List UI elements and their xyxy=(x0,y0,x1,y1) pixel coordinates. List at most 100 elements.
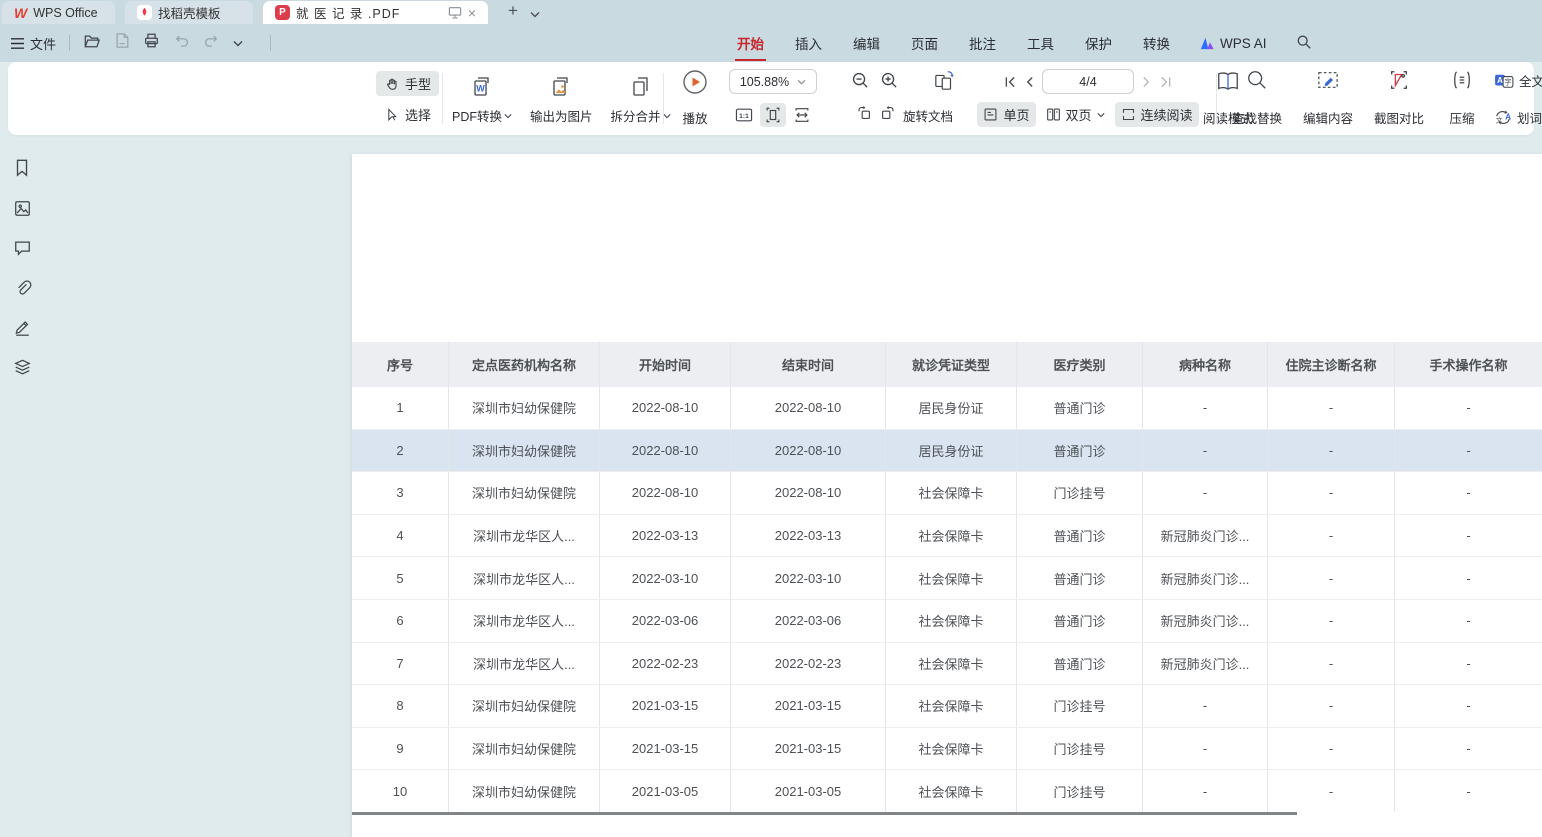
table-cell: 新冠肺炎门诊... xyxy=(1143,557,1268,599)
screenshot-compare-button[interactable] xyxy=(1387,69,1411,91)
pdf-convert-button[interactable]: W PDF转换 xyxy=(448,70,516,129)
table-cell: 2022-08-10 xyxy=(600,472,731,514)
menu-home[interactable]: 开始 xyxy=(735,29,766,57)
compress-button[interactable] xyxy=(1450,69,1474,91)
header-cell: 结束时间 xyxy=(731,342,886,386)
table-cell: - xyxy=(1143,387,1268,429)
pdf-page: 序号定点医药机构名称开始时间结束时间就诊凭证类型医疗类别病种名称住院主诊断名称手… xyxy=(352,154,1542,837)
tab-label: 找稻壳模板 xyxy=(158,3,221,22)
menu-tools[interactable]: 工具 xyxy=(1025,29,1056,57)
comment-panel-icon[interactable] xyxy=(13,239,33,257)
menu-edit[interactable]: 编辑 xyxy=(851,29,882,57)
table-cell: 2022-08-10 xyxy=(600,430,731,472)
table-cell: 普通门诊 xyxy=(1017,643,1143,685)
table-cell: 4 xyxy=(352,515,449,557)
table-cell: - xyxy=(1268,728,1395,770)
signature-panel-icon[interactable] xyxy=(13,318,33,337)
table-cell: 2022-08-10 xyxy=(731,387,886,429)
tab-label: WPS Office xyxy=(33,6,97,20)
wps-ai-button[interactable]: WPS AI xyxy=(1199,36,1267,51)
enter-distraction-free-icon[interactable] xyxy=(448,6,462,19)
zoom-out-icon[interactable] xyxy=(851,71,870,95)
table-cell: 2021-03-05 xyxy=(731,770,886,812)
screenshot-compare-column: 截图对比 xyxy=(1368,69,1430,127)
fit-page-button[interactable] xyxy=(760,103,786,127)
svg-text:A: A xyxy=(1505,113,1511,122)
next-page-icon[interactable] xyxy=(1142,76,1151,88)
table-cell: 2022-02-23 xyxy=(731,643,886,685)
first-page-icon[interactable] xyxy=(1004,76,1017,88)
tab-document-pdf[interactable]: P 就 医 记 录 .PDF × xyxy=(263,1,488,24)
table-cell: 5 xyxy=(352,557,449,599)
tab-list-chevron-icon[interactable] xyxy=(530,5,540,23)
play-button[interactable] xyxy=(682,69,708,95)
rotate-left-icon[interactable] xyxy=(855,104,873,127)
file-menu-button[interactable]: 文件 xyxy=(10,34,56,53)
zoom-level-dropdown[interactable]: 105.88% xyxy=(729,69,817,94)
table-cell: 普通门诊 xyxy=(1017,600,1143,642)
table-cell: 8 xyxy=(352,685,449,727)
prev-page-icon[interactable] xyxy=(1025,76,1034,88)
search-icon xyxy=(1246,69,1268,91)
tab-docer-templates[interactable]: 找稻壳模板 xyxy=(125,1,253,24)
new-tab-button[interactable]: + xyxy=(508,1,518,21)
menu-convert[interactable]: 转换 xyxy=(1141,29,1172,57)
table-cell: 9 xyxy=(352,728,449,770)
thumbnail-panel-icon[interactable] xyxy=(13,199,33,218)
attachment-panel-icon[interactable] xyxy=(13,278,33,297)
full-translate-button[interactable]: A字 全文翻译 xyxy=(1494,71,1542,90)
main-menu: 开始 插入 编辑 页面 批注 工具 保护 转换 WPS AI xyxy=(735,29,1312,57)
print-icon[interactable] xyxy=(143,32,160,54)
layers-panel-icon[interactable] xyxy=(13,358,33,377)
table-cell: - xyxy=(1268,685,1395,727)
zoom-rotate-column: 旋转文档 xyxy=(828,69,980,127)
word-translate-button[interactable]: A文 划词翻译 xyxy=(1494,108,1542,127)
split-merge-button[interactable]: 拆分合并 xyxy=(607,70,675,129)
table-cell: 2022-03-06 xyxy=(600,600,731,642)
header-cell: 序号 xyxy=(352,342,449,386)
table-cell: - xyxy=(1268,430,1395,472)
edit-content-button[interactable] xyxy=(1316,69,1340,91)
menu-page[interactable]: 页面 xyxy=(909,29,940,57)
fit-page-icon xyxy=(764,106,782,124)
table-cell: 普通门诊 xyxy=(1017,387,1143,429)
single-page-button[interactable]: 单页 xyxy=(977,102,1035,127)
hand-tool-button[interactable]: 手型 xyxy=(376,71,439,96)
table-cell: - xyxy=(1268,557,1395,599)
table-row: 3深圳市妇幼保健院2022-08-102022-08-10社会保障卡门诊挂号--… xyxy=(352,471,1542,514)
actual-size-button[interactable]: 1:1 xyxy=(731,103,757,127)
table-cell: - xyxy=(1268,515,1395,557)
last-page-icon[interactable] xyxy=(1159,76,1172,88)
zoom-in-icon[interactable] xyxy=(880,71,899,95)
tab-wps-office[interactable]: W WPS Office xyxy=(2,1,115,24)
menu-search-icon[interactable] xyxy=(1296,34,1312,53)
rotate-doc-label[interactable]: 旋转文档 xyxy=(903,106,953,125)
redo-icon[interactable] xyxy=(203,33,220,53)
open-file-icon[interactable] xyxy=(83,33,101,54)
rotate-right-icon[interactable] xyxy=(879,104,897,127)
bookmark-panel-icon[interactable] xyxy=(13,158,33,178)
select-tool-button[interactable]: 选择 xyxy=(376,102,439,127)
replace-pages-icon[interactable] xyxy=(933,69,957,96)
continuous-read-button[interactable]: 连续阅读 xyxy=(1115,102,1199,127)
close-tab-icon[interactable]: × xyxy=(468,5,476,21)
table-cell: 10 xyxy=(352,770,449,812)
page-indicator-input[interactable]: 4/4 xyxy=(1042,69,1134,94)
menu-insert[interactable]: 插入 xyxy=(793,29,824,57)
table-cell: 社会保障卡 xyxy=(886,770,1017,812)
compress-column: 压缩 xyxy=(1439,69,1485,127)
fit-width-button[interactable] xyxy=(789,103,815,127)
table-row: 9深圳市妇幼保健院2021-03-152021-03-15社会保障卡门诊挂号--… xyxy=(352,727,1542,770)
double-page-button[interactable]: 双页 xyxy=(1040,102,1111,127)
export-image-button[interactable]: 输出为图片 xyxy=(526,70,597,129)
table-cell: 2022-08-10 xyxy=(600,387,731,429)
table-cell: 1 xyxy=(352,387,449,429)
quick-access-chevron-icon[interactable] xyxy=(233,34,243,52)
find-replace-button[interactable] xyxy=(1246,69,1268,91)
export-image-icon xyxy=(548,74,574,100)
menu-comment[interactable]: 批注 xyxy=(967,29,998,57)
save-icon[interactable] xyxy=(114,32,130,54)
undo-icon[interactable] xyxy=(173,33,190,53)
menu-protect[interactable]: 保护 xyxy=(1083,29,1114,57)
table-cell: 2022-02-23 xyxy=(600,643,731,685)
